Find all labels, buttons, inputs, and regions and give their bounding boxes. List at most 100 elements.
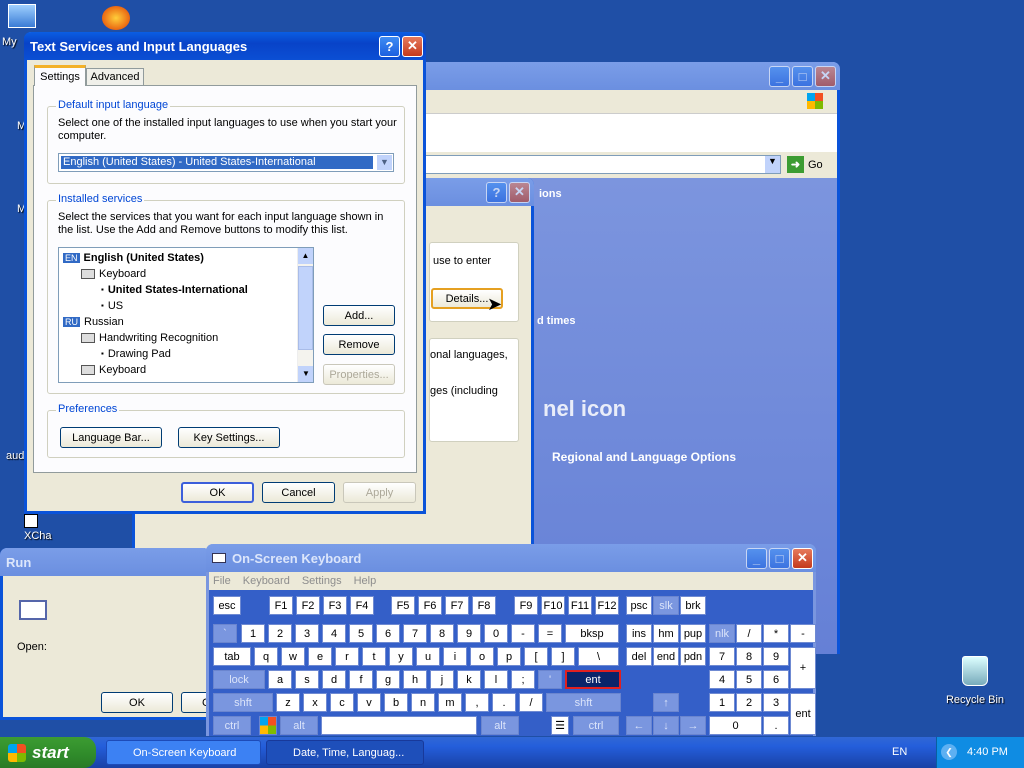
key-4-0[interactable]: shft: [213, 693, 273, 712]
key-4-15[interactable]: 3: [763, 693, 789, 712]
tree-item[interactable]: ▪ US: [101, 298, 123, 313]
recycle-bin-icon[interactable]: Recycle Bin: [940, 656, 1010, 706]
key-1-15[interactable]: hm: [653, 624, 679, 643]
help-icon[interactable]: ?: [486, 181, 507, 203]
key-0-1[interactable]: F1: [269, 596, 293, 615]
key-2-10[interactable]: p: [497, 647, 521, 666]
key-4-10[interactable]: /: [519, 693, 543, 712]
minimize-icon[interactable]: _: [746, 547, 767, 569]
key-0-10[interactable]: F10: [541, 596, 565, 615]
key-1-18[interactable]: /: [736, 624, 762, 643]
key-5-6[interactable]: →: [680, 716, 706, 735]
control-panel-titlebar[interactable]: _ □ ✕: [420, 62, 840, 90]
scroll-thumb[interactable]: [298, 266, 313, 350]
key-4-2[interactable]: x: [303, 693, 327, 712]
task-date-time[interactable]: Date, Time, Languag...: [266, 740, 424, 765]
properties-button[interactable]: Properties...: [323, 364, 395, 385]
key-1-11[interactable]: -: [511, 624, 535, 643]
tsil-dialog[interactable]: Text Services and Input Languages ? ✕ Se…: [24, 32, 426, 514]
apply-button[interactable]: Apply: [343, 482, 416, 503]
tree-item[interactable]: RU Russian: [63, 314, 124, 329]
maximize-icon[interactable]: □: [769, 547, 790, 569]
tree-item[interactable]: Keyboard: [81, 362, 146, 377]
key-1-1[interactable]: 1: [241, 624, 265, 643]
key-4-7[interactable]: m: [438, 693, 462, 712]
key-1-4[interactable]: 4: [322, 624, 346, 643]
key-2-11[interactable]: [: [524, 647, 548, 666]
key-1-2[interactable]: 2: [268, 624, 292, 643]
key-4-1[interactable]: z: [276, 693, 300, 712]
run-dialog[interactable]: Run Open: OK C: [0, 548, 221, 720]
key-0-15[interactable]: brk: [680, 596, 706, 615]
key-4-14[interactable]: 2: [736, 693, 762, 712]
key-1-19[interactable]: *: [763, 624, 789, 643]
key-1-17[interactable]: nlk: [709, 624, 735, 643]
key-0-12[interactable]: F12: [595, 596, 619, 615]
key-2-8[interactable]: i: [443, 647, 467, 666]
task-osk[interactable]: On-Screen Keyboard: [106, 740, 261, 765]
key-1-9[interactable]: 9: [457, 624, 481, 643]
key-5-3[interactable]: ctrl: [573, 716, 619, 735]
minimize-icon[interactable]: _: [769, 65, 790, 87]
key-1-8[interactable]: 8: [430, 624, 454, 643]
key-1-0[interactable]: `: [213, 624, 237, 643]
key-3-14[interactable]: 5: [736, 670, 762, 689]
key-0-5[interactable]: F5: [391, 596, 415, 615]
key-3-9[interactable]: l: [484, 670, 508, 689]
close-icon[interactable]: ✕: [402, 35, 423, 57]
key-2-12[interactable]: ]: [551, 647, 575, 666]
key-2-14[interactable]: del: [626, 647, 652, 666]
language-indicator[interactable]: EN: [892, 746, 907, 758]
osk-menu-settings[interactable]: Settings: [302, 572, 342, 590]
key-3-5[interactable]: g: [376, 670, 400, 689]
key-2-9[interactable]: o: [470, 647, 494, 666]
key-2-16[interactable]: pdn: [680, 647, 706, 666]
key-3-15[interactable]: 6: [763, 670, 789, 689]
key-5-4[interactable]: ←: [626, 716, 652, 735]
scroll-down-icon[interactable]: ▼: [298, 366, 313, 382]
default-language-select[interactable]: English (United States) - United States-…: [58, 153, 394, 172]
key-2-1[interactable]: q: [254, 647, 278, 666]
key-3-10[interactable]: ;: [511, 670, 535, 689]
osk-menu-help[interactable]: Help: [354, 572, 377, 590]
osk-menu-keyboard[interactable]: Keyboard: [243, 572, 290, 590]
key-2-4[interactable]: r: [335, 647, 359, 666]
key-4-8[interactable]: ,: [465, 693, 489, 712]
key-3-3[interactable]: d: [322, 670, 346, 689]
key-1-14[interactable]: ins: [626, 624, 652, 643]
tree-scrollbar[interactable]: ▲ ▼: [297, 248, 313, 382]
key-3-13[interactable]: 4: [709, 670, 735, 689]
close-icon[interactable]: ✕: [815, 65, 836, 87]
key-2-5[interactable]: t: [362, 647, 386, 666]
key-4-16[interactable]: ent: [790, 693, 816, 735]
key-5-8[interactable]: .: [763, 716, 789, 735]
key-4-13[interactable]: 1: [709, 693, 735, 712]
scroll-up-icon[interactable]: ▲: [298, 248, 313, 264]
key-4-3[interactable]: c: [330, 693, 354, 712]
key-5-2[interactable]: alt: [481, 716, 519, 735]
key-2-7[interactable]: u: [416, 647, 440, 666]
key-4-6[interactable]: n: [411, 693, 435, 712]
key-0-11[interactable]: F11: [568, 596, 592, 615]
key-2-18[interactable]: 8: [736, 647, 762, 666]
key-4-11[interactable]: shft: [546, 693, 621, 712]
key-3-7[interactable]: j: [430, 670, 454, 689]
key-1-3[interactable]: 3: [295, 624, 319, 643]
key-1-20[interactable]: -: [790, 624, 816, 643]
add-button[interactable]: Add...: [323, 305, 395, 326]
tray-arrow-icon[interactable]: ❮: [941, 744, 957, 760]
key-4-4[interactable]: v: [357, 693, 381, 712]
key-0-0[interactable]: esc: [213, 596, 241, 615]
tree-item[interactable]: EN English (United States): [63, 250, 204, 265]
key-1-12[interactable]: =: [538, 624, 562, 643]
key-1-7[interactable]: 7: [403, 624, 427, 643]
key-2-15[interactable]: end: [653, 647, 679, 666]
key-3-6[interactable]: h: [403, 670, 427, 689]
key-0-7[interactable]: F7: [445, 596, 469, 615]
help-icon[interactable]: ?: [379, 35, 400, 57]
key-2-3[interactable]: e: [308, 647, 332, 666]
key-3-4[interactable]: f: [349, 670, 373, 689]
chevron-down-icon[interactable]: ▼: [377, 155, 392, 170]
language-bar-button[interactable]: Language Bar...: [60, 427, 162, 448]
key-1-16[interactable]: pup: [680, 624, 706, 643]
